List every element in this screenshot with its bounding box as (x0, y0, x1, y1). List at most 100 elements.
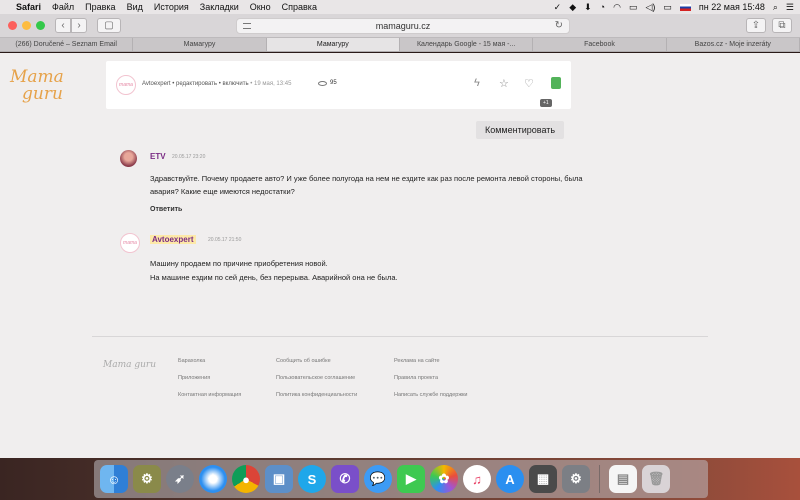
tab-mamaguru-1[interactable]: Мамагуру (133, 38, 267, 51)
wifi-icon[interactable]: ◠ (613, 2, 621, 13)
tab-facebook[interactable]: Facebook (533, 38, 667, 51)
reload-icon[interactable]: ↻ (555, 20, 563, 31)
footer-link[interactable]: Пользовательское соглашение (276, 375, 357, 381)
airplay-icon[interactable]: ▭ (629, 2, 638, 13)
footer-link[interactable]: Сообщить об ошибке (276, 358, 357, 364)
author-avatar[interactable]: mama (120, 233, 140, 253)
comment-author[interactable]: Avtoexpert (150, 235, 196, 244)
post-author[interactable]: Avtoexpert (142, 81, 171, 87)
tab-bar: (266) Doručené – Seznam Email Мамагуру М… (0, 38, 800, 52)
reply-link[interactable]: Ответить (150, 206, 182, 213)
battery-icon[interactable]: ▭ (663, 2, 672, 13)
post-actions[interactable]: • редактировать • включить (171, 81, 248, 87)
back-button[interactable]: ‹ (55, 18, 71, 33)
menu-bookmarks[interactable]: Закладки (200, 2, 239, 12)
footer-link[interactable]: Правила проекта (394, 375, 467, 381)
zoom-window-button[interactable] (36, 21, 45, 30)
view-count-value: 95 (330, 80, 337, 86)
preview-icon[interactable]: ▣ (265, 465, 293, 493)
menu-file[interactable]: Файл (52, 2, 74, 12)
footer-column-2: Сообщить об ошибке Пользовательское согл… (276, 358, 357, 409)
facetime-icon[interactable]: ▶ (397, 465, 425, 493)
viber-icon[interactable]: ✆ (331, 465, 359, 493)
address-bar[interactable]: mamaguru.cz ↻ (236, 17, 570, 34)
post-author-bar: mama Avtoexpert • редактировать • включи… (106, 61, 571, 109)
tab-mamaguru-active[interactable]: Мамагуру (266, 38, 400, 51)
skype-icon[interactable]: S (298, 465, 326, 493)
tab-bazos[interactable]: Bazos.cz - Moje inzeráty (667, 38, 800, 51)
logo-line-2: guru (22, 84, 63, 104)
post-date: • 19 мая, 13:45 (248, 81, 292, 87)
search-icon[interactable]: ⌕ (773, 2, 778, 13)
tab-google-calendar[interactable]: Календарь Google - 15 мая -... (400, 38, 534, 51)
footer-link[interactable]: Барахолка (178, 358, 241, 364)
document-icon[interactable]: ▤ (609, 465, 637, 493)
checkmark-icon[interactable]: ✓ (554, 2, 562, 13)
download-icon[interactable]: ⬇ (584, 2, 592, 13)
heart-icon[interactable]: ♡ (524, 77, 534, 90)
author-avatar[interactable]: mama (116, 75, 136, 95)
user-avatar[interactable] (120, 150, 137, 167)
menu-edit[interactable]: Правка (85, 2, 115, 12)
minimize-window-button[interactable] (22, 21, 31, 30)
site-logo[interactable]: Mama guru (10, 69, 64, 103)
volume-icon[interactable]: ◁) (645, 2, 655, 13)
footer-link[interactable]: Приложения (178, 375, 241, 381)
dock-separator (599, 465, 600, 493)
eye-icon (318, 80, 327, 86)
menu-app-name[interactable]: Safari (16, 2, 41, 12)
comment-time: 20.05.17 23:20 (172, 154, 206, 160)
footer-column-3: Реклама на сайте Правила проекта Написат… (394, 358, 467, 409)
messages-icon[interactable]: 💬 (364, 465, 392, 493)
trash-icon[interactable]: 🗑 (642, 465, 670, 493)
menu-history[interactable]: История (154, 2, 189, 12)
timer-icon[interactable]: ◔ (600, 2, 605, 12)
footer-divider (92, 336, 708, 337)
reader-icon[interactable] (243, 22, 251, 29)
comment-text-line-2: На машине ездим по сей день, без перерыв… (150, 273, 398, 282)
task-manager-icon[interactable]: ⚙ (133, 465, 161, 493)
comment-text-line-1: Машину продаем по причине приобретения н… (150, 259, 328, 268)
menu-view[interactable]: Вид (127, 2, 143, 12)
dropbox-icon[interactable]: ◆ (569, 2, 576, 13)
lightning-icon[interactable]: ϟ (474, 77, 480, 89)
comment-author[interactable]: ETV (150, 152, 166, 161)
tabs-overview-button[interactable]: ⧉ (772, 18, 792, 33)
comment-button[interactable]: Комментировать (476, 121, 565, 139)
page-content: Mama guru mama Avtoexpert • редактироват… (0, 53, 800, 458)
system-preferences-icon[interactable]: ⚙ (562, 465, 590, 493)
calculator-icon[interactable]: ▦ (529, 465, 557, 493)
footer-link[interactable]: Написать службе поддержки (394, 392, 467, 398)
finder-icon[interactable]: ☺ (100, 465, 128, 493)
tab-seznam[interactable]: (266) Doručené – Seznam Email (0, 38, 134, 51)
window-controls (8, 21, 45, 30)
plus-badge: +1 (540, 99, 552, 107)
footer-logo[interactable]: Mama guru (103, 361, 156, 370)
dock: ☺ ⚙ ➶ ✦ ● ▣ S ✆ 💬 ▶ ✿ ♫ A ▦ ⚙ ▤ 🗑 (94, 460, 708, 498)
footer-link[interactable]: Контактная информация (178, 392, 241, 398)
save-icon[interactable] (551, 77, 561, 89)
launchpad-icon[interactable]: ➶ (166, 465, 194, 493)
star-icon[interactable]: ☆ (499, 77, 509, 90)
comment-item: mama Avtoexpert 20.05.17 21:50 Машину пр… (120, 233, 600, 283)
sidebar-toggle-button[interactable]: ▢ (97, 18, 121, 33)
chrome-icon[interactable]: ● (232, 465, 260, 493)
menu-help[interactable]: Справка (282, 2, 317, 12)
browser-toolbar: ‹ › ▢ mamaguru.cz ↻ ⇪ ⧉ (0, 14, 800, 38)
photos-icon[interactable]: ✿ (430, 465, 458, 493)
footer-link[interactable]: Политика конфиденциальности (276, 392, 357, 398)
view-count: 95 (318, 80, 337, 86)
music-icon[interactable]: ♫ (463, 465, 491, 493)
safari-icon[interactable]: ✦ (199, 465, 227, 493)
address-text: mamaguru.cz (375, 20, 431, 31)
menu-bar: Safari Файл Правка Вид История Закладки … (0, 0, 800, 14)
list-icon[interactable]: ☰ (786, 2, 794, 13)
forward-button[interactable]: › (71, 18, 87, 33)
menu-window[interactable]: Окно (250, 2, 271, 12)
app-store-icon[interactable]: A (496, 465, 524, 493)
share-button[interactable]: ⇪ (746, 18, 766, 33)
clock-text[interactable]: пн 22 мая 15:48 (699, 2, 765, 12)
close-window-button[interactable] (8, 21, 17, 30)
russian-flag-icon[interactable] (679, 3, 691, 11)
footer-link[interactable]: Реклама на сайте (394, 358, 467, 364)
